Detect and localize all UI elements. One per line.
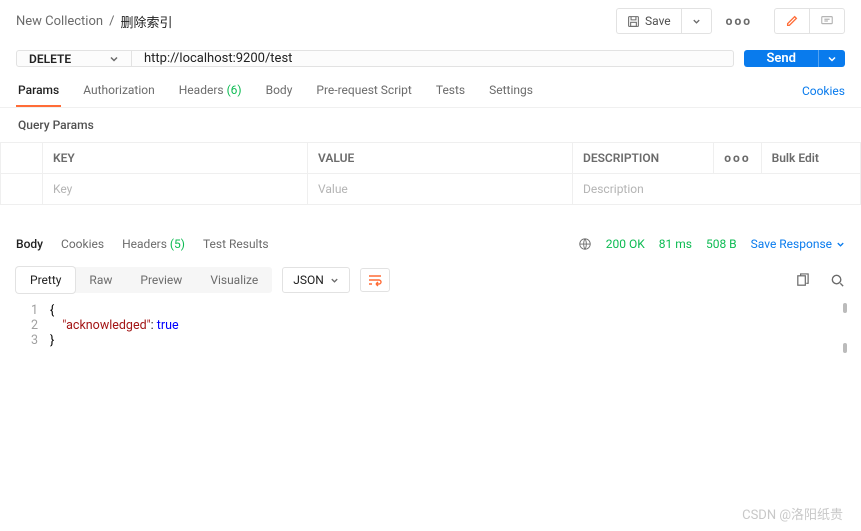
breadcrumb-collection[interactable]: New Collection (16, 14, 103, 29)
tab-headers-count: (6) (227, 83, 242, 97)
cell-key-placeholder[interactable]: Key (43, 174, 308, 205)
line-number: 2 (0, 318, 50, 333)
format-select[interactable]: JSON (282, 267, 350, 293)
edit-button[interactable] (774, 8, 809, 34)
more-options-button[interactable]: ooo (720, 9, 758, 34)
breadcrumb-separator: / (109, 14, 114, 29)
col-more[interactable]: ooo (714, 143, 761, 174)
breadcrumb-current[interactable]: 删除索引 (120, 12, 172, 31)
status-code: 200 OK (606, 237, 645, 251)
tab-body[interactable]: Body (264, 75, 295, 107)
wrap-icon (367, 273, 383, 287)
save-button-label: Save (645, 14, 671, 28)
col-key: KEY (43, 143, 308, 174)
view-visualize[interactable]: Visualize (196, 267, 272, 293)
table-row[interactable]: Key Value Description (1, 174, 861, 205)
save-button-group: Save (616, 8, 712, 34)
copy-icon[interactable] (795, 273, 810, 288)
view-raw[interactable]: Raw (75, 267, 126, 293)
comment-icon (820, 14, 834, 28)
tab-prerequest[interactable]: Pre-request Script (314, 75, 413, 107)
resp-tab-headers-label: Headers (122, 237, 167, 251)
format-label: JSON (293, 273, 324, 287)
resp-tab-headers-count: (5) (170, 237, 185, 251)
tab-tests[interactable]: Tests (434, 75, 467, 107)
send-dropdown[interactable] (818, 50, 845, 67)
comment-button[interactable] (809, 8, 845, 34)
view-pretty[interactable]: Pretty (16, 267, 75, 293)
resp-tab-cookies[interactable]: Cookies (61, 233, 104, 255)
col-checkbox (1, 143, 43, 174)
url-input[interactable] (132, 51, 733, 66)
col-value: VALUE (308, 143, 573, 174)
line-number: 3 (0, 333, 50, 348)
http-method-label: DELETE (29, 52, 71, 66)
response-body[interactable]: 1 { 2 "acknowledged": true 3 } (0, 297, 861, 354)
more-icon: ooo (724, 151, 750, 165)
globe-icon[interactable] (578, 237, 592, 251)
tab-settings[interactable]: Settings (487, 75, 535, 107)
tab-params[interactable]: Params (16, 75, 61, 107)
watermark: CSDN @洛阳纸贵 (742, 504, 843, 523)
wrap-lines-button[interactable] (360, 268, 390, 292)
cell-value-placeholder[interactable]: Value (308, 174, 573, 205)
send-button[interactable]: Send (744, 50, 818, 67)
response-time: 81 ms (659, 237, 692, 251)
pencil-icon (785, 14, 799, 28)
search-icon[interactable] (830, 273, 845, 288)
http-method-select[interactable]: DELETE (17, 51, 132, 66)
resp-tab-headers[interactable]: Headers (5) (122, 233, 185, 255)
resp-tab-testresults[interactable]: Test Results (203, 233, 269, 255)
view-preview[interactable]: Preview (126, 267, 196, 293)
chevron-down-icon (692, 17, 701, 26)
more-icon: ooo (726, 14, 752, 28)
query-params-heading: Query Params (0, 108, 861, 142)
save-response-label: Save Response (751, 237, 832, 251)
tab-authorization[interactable]: Authorization (81, 75, 157, 107)
col-description: DESCRIPTION (573, 143, 714, 174)
tab-headers-label: Headers (179, 83, 224, 97)
bulk-edit-button[interactable]: Bulk Edit (761, 143, 860, 174)
chevron-down-icon (827, 54, 837, 64)
cookies-link[interactable]: Cookies (802, 76, 845, 106)
tab-headers[interactable]: Headers (6) (177, 75, 244, 107)
line-number: 1 (0, 303, 50, 318)
resp-tab-body[interactable]: Body (16, 233, 43, 255)
breadcrumb: New Collection / 删除索引 (16, 12, 616, 31)
save-response-button[interactable]: Save Response (751, 237, 845, 251)
save-dropdown[interactable] (681, 8, 712, 34)
chevron-down-icon (109, 54, 119, 64)
save-button[interactable]: Save (616, 8, 681, 34)
cell-desc-placeholder[interactable]: Description (573, 174, 861, 205)
response-size: 508 B (706, 237, 737, 251)
save-icon (627, 15, 640, 28)
